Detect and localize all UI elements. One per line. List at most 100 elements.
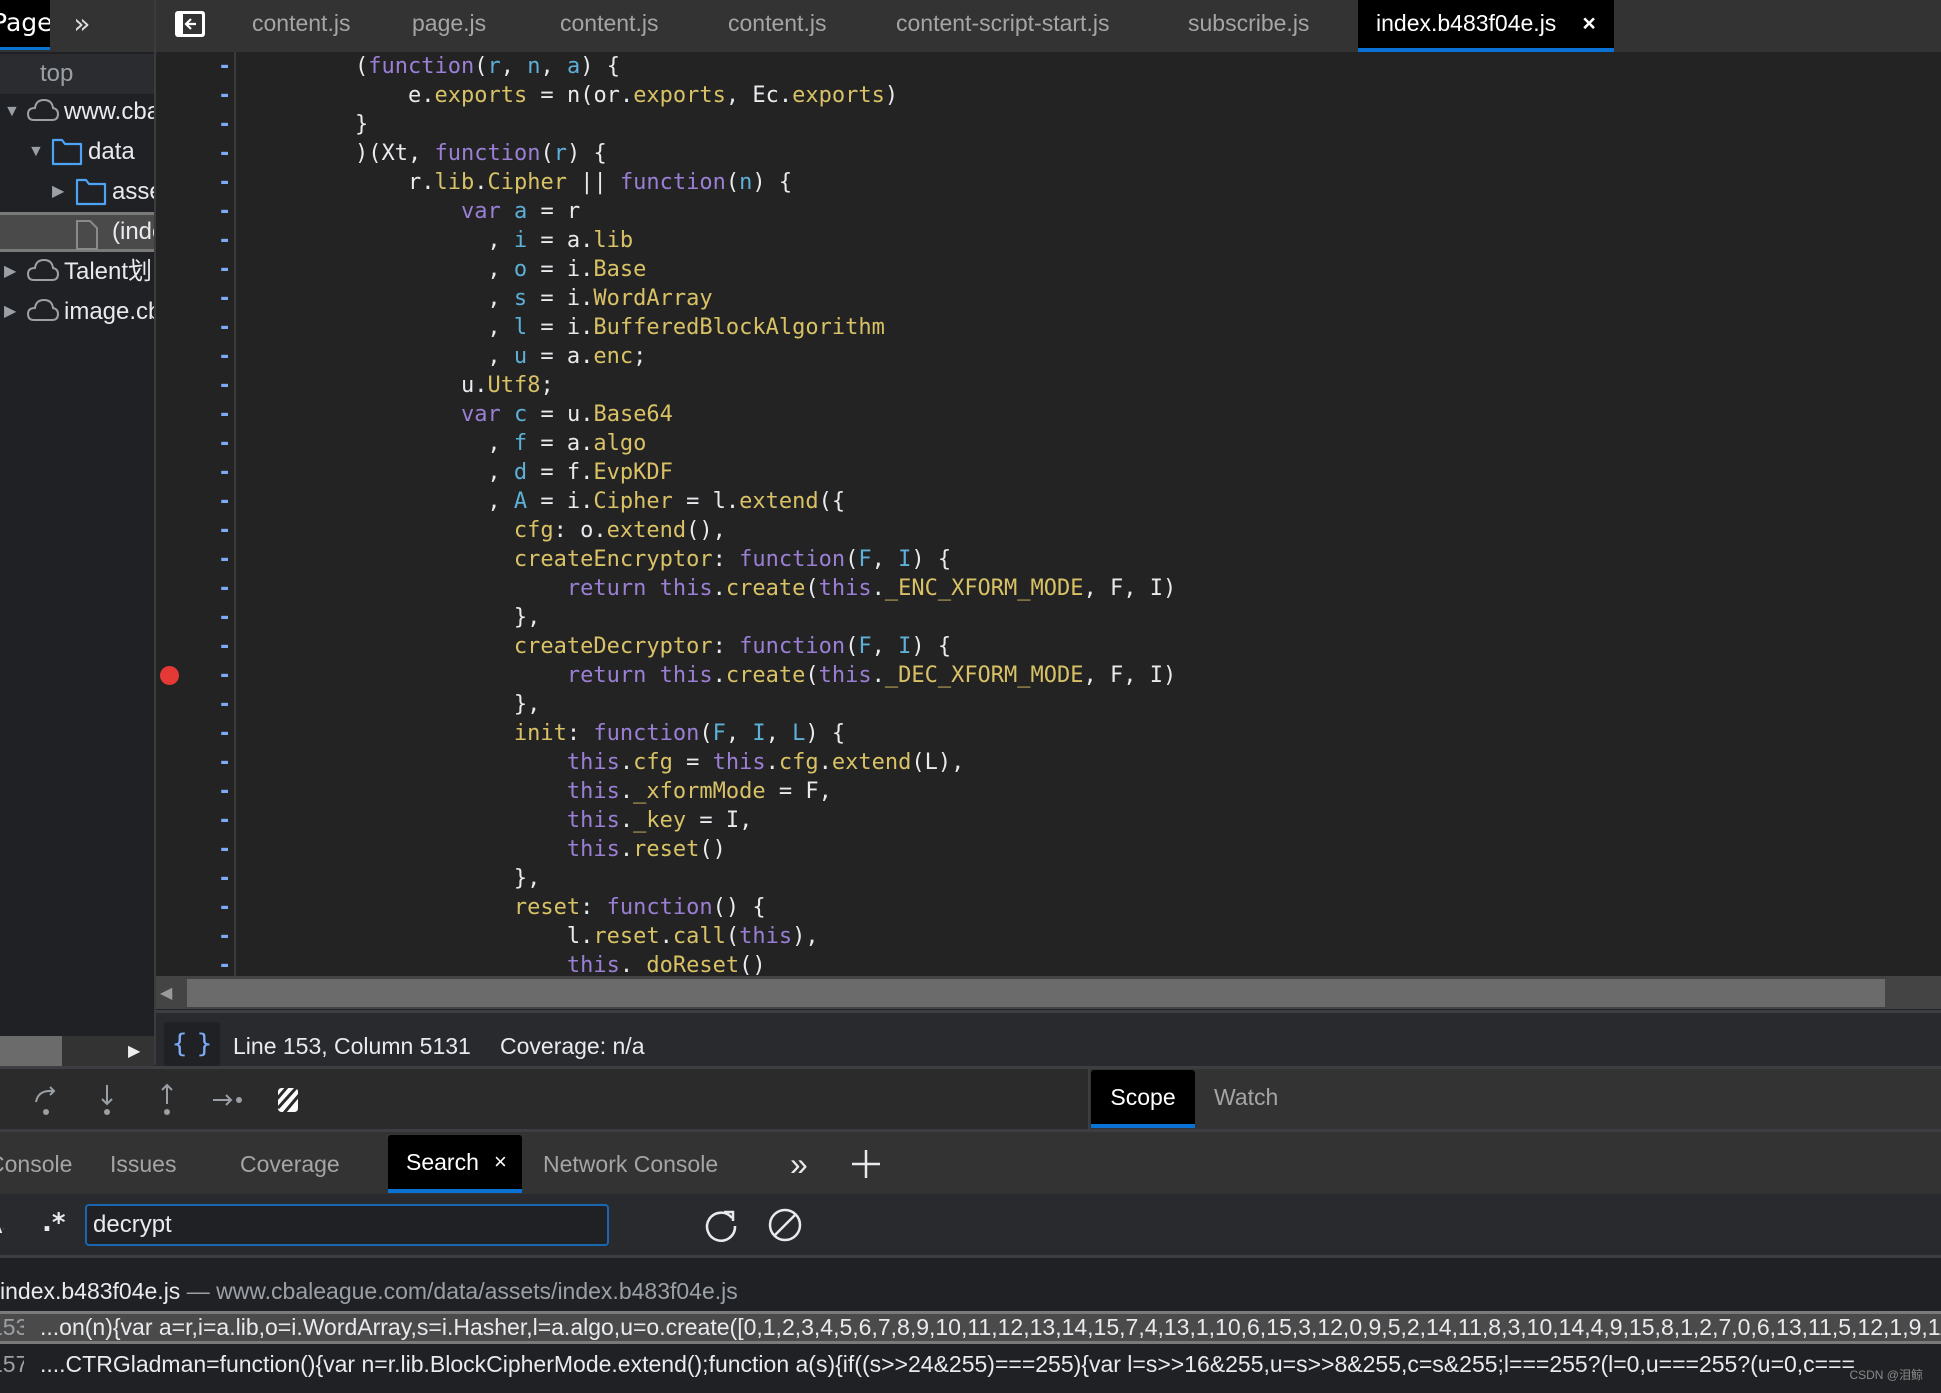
code-line[interactable]: - this._xformMode = F,: [156, 777, 1941, 806]
chevron-double-right-icon[interactable]: »: [66, 6, 98, 42]
line-gutter-marker[interactable]: -: [218, 748, 231, 777]
line-gutter-marker[interactable]: -: [218, 893, 231, 922]
refresh-button[interactable]: [702, 1206, 740, 1244]
code-line[interactable]: - this._key = I,: [156, 806, 1941, 835]
scroll-left-arrow-icon[interactable]: ◀: [160, 982, 178, 1004]
step-out-button[interactable]: [147, 1080, 187, 1120]
line-gutter-marker[interactable]: -: [218, 574, 231, 603]
line-gutter-marker[interactable]: -: [218, 284, 231, 313]
code-line[interactable]: - },: [156, 690, 1941, 719]
code-line[interactable]: - this._doReset(): [156, 951, 1941, 976]
line-gutter-marker[interactable]: -: [218, 864, 231, 893]
tree-item[interactable]: ▶ image.cbaleague.com: [0, 292, 154, 332]
code-line[interactable]: - r.lib.Cipher || function(n) {: [156, 168, 1941, 197]
step-into-button[interactable]: [87, 1080, 127, 1120]
result-file-header[interactable]: index.b483f04e.js — www.cbaleague.com/da…: [0, 1275, 738, 1307]
line-gutter-marker[interactable]: -: [218, 139, 231, 168]
collapsed-arrow-icon[interactable]: ▶: [52, 172, 64, 212]
line-gutter-marker[interactable]: -: [218, 545, 231, 574]
code-line[interactable]: - , f = a.algo: [156, 429, 1941, 458]
editor-scrollbar-thumb[interactable]: [187, 979, 1885, 1007]
code-line[interactable]: - , o = i.Base: [156, 255, 1941, 284]
line-gutter-marker[interactable]: -: [218, 719, 231, 748]
cursor-position[interactable]: Line 153, Column 5131: [233, 1028, 471, 1064]
code-line[interactable]: - (function(r, n, a) {: [156, 52, 1941, 81]
code-line[interactable]: - var c = u.Base64: [156, 400, 1941, 429]
search-result-row[interactable]: 153 ...on(n){var a=r,i=a.lib,o=i.WordArr…: [0, 1311, 1941, 1344]
line-gutter-marker[interactable]: -: [218, 168, 231, 197]
code-line[interactable]: - e.exports = n(or.exports, Ec.exports): [156, 81, 1941, 110]
code-line[interactable]: - return this.create(this._ENC_XFORM_MOD…: [156, 574, 1941, 603]
clear-search-button[interactable]: [766, 1206, 804, 1244]
step-button[interactable]: [207, 1080, 247, 1120]
line-gutter-marker[interactable]: -: [218, 516, 231, 545]
editor-tab[interactable]: content.js: [560, 0, 658, 52]
collapsed-arrow-icon[interactable]: ▶: [4, 292, 16, 332]
tree-item[interactable]: ▶ assets: [0, 172, 154, 212]
code-line[interactable]: - createDecryptor: function(F, I) {: [156, 632, 1941, 661]
tree-item[interactable]: (index): [0, 212, 154, 252]
code-editor[interactable]: - (function(r, n, a) {- e.exports = n(or…: [156, 52, 1941, 976]
line-gutter-marker[interactable]: -: [218, 951, 231, 976]
tab-issues[interactable]: Issues: [110, 1135, 176, 1193]
tree-scrollbar-thumb[interactable]: [0, 1036, 62, 1066]
tree-item[interactable]: ▶ Talent划: [0, 252, 154, 292]
code-line[interactable]: - , i = a.lib: [156, 226, 1941, 255]
search-result-row[interactable]: 157 ....CTRGladman=function(){var n=r.li…: [0, 1349, 1941, 1379]
more-tabs-icon[interactable]: »: [790, 1135, 808, 1193]
code-line[interactable]: - , l = i.BufferedBlockAlgorithm: [156, 313, 1941, 342]
navigator-tab-page[interactable]: Page: [0, 0, 50, 50]
code-line[interactable]: - },: [156, 603, 1941, 632]
code-line[interactable]: - , u = a.enc;: [156, 342, 1941, 371]
line-gutter-marker[interactable]: -: [218, 429, 231, 458]
code-line[interactable]: - l.reset.call(this),: [156, 922, 1941, 951]
line-gutter-marker[interactable]: -: [218, 110, 231, 139]
line-gutter-marker[interactable]: -: [218, 690, 231, 719]
editor-tab[interactable]: content.js: [728, 0, 826, 52]
tab-watch[interactable]: Watch: [1214, 1070, 1278, 1128]
add-tab-button[interactable]: [850, 1148, 882, 1180]
code-line[interactable]: - this.reset(): [156, 835, 1941, 864]
tab-scope[interactable]: Scope: [1091, 1070, 1195, 1128]
code-line[interactable]: - createEncryptor: function(F, I) {: [156, 545, 1941, 574]
line-gutter-marker[interactable]: -: [218, 632, 231, 661]
line-gutter-marker[interactable]: -: [218, 835, 231, 864]
editor-tab[interactable]: content.js: [252, 0, 350, 52]
search-input[interactable]: [85, 1204, 609, 1246]
expanded-arrow-icon[interactable]: ▼: [28, 132, 44, 172]
code-line[interactable]: - }: [156, 110, 1941, 139]
match-case-toggle[interactable]: Aa: [0, 1210, 4, 1240]
tree-item[interactable]: top: [0, 54, 154, 94]
line-gutter-marker[interactable]: -: [218, 255, 231, 284]
line-gutter-marker[interactable]: -: [218, 81, 231, 110]
tab-coverage[interactable]: Coverage: [240, 1135, 340, 1193]
collapsed-arrow-icon[interactable]: ▶: [4, 252, 16, 292]
tab-console[interactable]: Console: [0, 1135, 72, 1193]
code-line[interactable]: - init: function(F, I, L) {: [156, 719, 1941, 748]
close-icon[interactable]: ×: [494, 1135, 507, 1189]
tree-item[interactable]: ▼ www.cbaleague.com: [0, 92, 154, 132]
code-line[interactable]: - var a = r: [156, 197, 1941, 226]
line-gutter-marker[interactable]: -: [218, 777, 231, 806]
code-line[interactable]: - this.cfg = this.cfg.extend(L),: [156, 748, 1941, 777]
step-over-button[interactable]: [26, 1080, 66, 1120]
code-line[interactable]: - reset: function() {: [156, 893, 1941, 922]
line-gutter-marker[interactable]: -: [218, 806, 231, 835]
line-gutter-marker[interactable]: -: [218, 603, 231, 632]
expanded-arrow-icon[interactable]: ▼: [4, 92, 20, 132]
scroll-right-arrow-icon[interactable]: ▶: [128, 1038, 144, 1064]
editor-tab[interactable]: content-script-start.js: [896, 0, 1109, 52]
editor-tab[interactable]: page.js: [412, 0, 486, 52]
code-line[interactable]: - , A = i.Cipher = l.extend({: [156, 487, 1941, 516]
line-gutter-marker[interactable]: -: [218, 400, 231, 429]
deactivate-breakpoints-button[interactable]: [268, 1080, 308, 1120]
close-icon[interactable]: ×: [1582, 10, 1595, 36]
code-line[interactable]: - , d = f.EvpKDF: [156, 458, 1941, 487]
regex-toggle[interactable]: .*: [42, 1208, 65, 1238]
pretty-print-button[interactable]: { }: [164, 1022, 220, 1066]
line-gutter-marker[interactable]: -: [218, 661, 231, 690]
line-gutter-marker[interactable]: -: [218, 342, 231, 371]
line-gutter-marker[interactable]: -: [218, 487, 231, 516]
code-line[interactable]: - , s = i.WordArray: [156, 284, 1941, 313]
line-gutter-marker[interactable]: -: [218, 197, 231, 226]
